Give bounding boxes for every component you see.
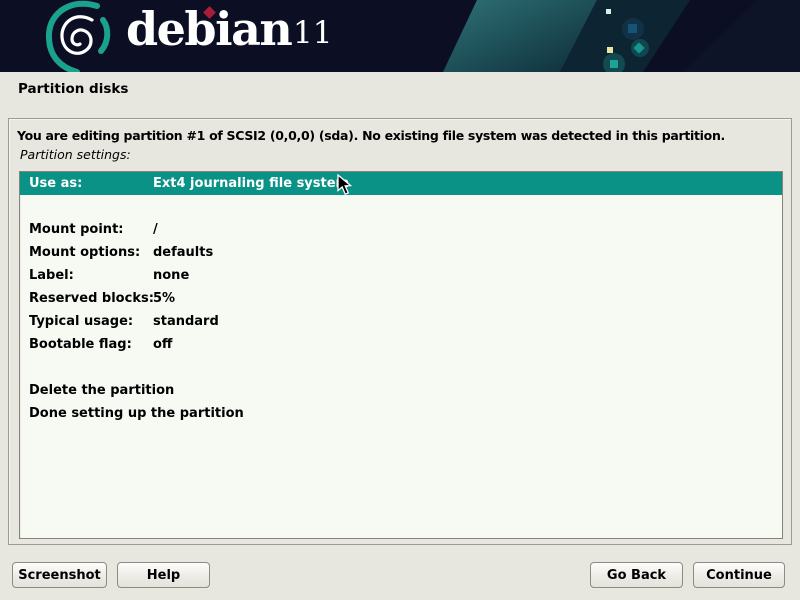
list-item-blank [20, 195, 782, 218]
instruction-text: You are editing partition #1 of SCSI2 (0… [17, 128, 783, 143]
continue-button[interactable]: Continue [693, 562, 785, 588]
list-item-bootable-flag[interactable]: Bootable flag:off [20, 333, 782, 356]
list-item-typical-usage[interactable]: Typical usage:standard [20, 310, 782, 333]
help-button[interactable]: Help [117, 562, 210, 588]
debian-swirl-icon [49, 4, 107, 72]
list-item-mount-point[interactable]: Mount point:/ [20, 218, 782, 241]
list-item-label[interactable]: Label:none [20, 264, 782, 287]
settings-list: Use as:Ext4 journaling file system Mount… [19, 171, 783, 539]
partition-settings-frame: You are editing partition #1 of SCSI2 (0… [8, 118, 792, 545]
list-item-reserved-blocks[interactable]: Reserved blocks:5% [20, 287, 782, 310]
list-item-delete-partition[interactable]: Delete the partition [20, 379, 782, 402]
screenshot-button[interactable]: Screenshot [12, 562, 107, 588]
list-item-use-as[interactable]: Use as:Ext4 journaling file system [20, 172, 782, 195]
list-item-done-setting-up[interactable]: Done setting up the partition [20, 402, 782, 425]
list-item-mount-options[interactable]: Mount options:defaults [20, 241, 782, 264]
go-back-button[interactable]: Go Back [590, 562, 683, 588]
installer-banner: debian 11 [0, 0, 800, 72]
mouse-cursor-icon [337, 174, 352, 196]
list-item-blank [20, 356, 782, 379]
partition-settings-label: Partition settings: [20, 147, 131, 162]
banner-decoration [0, 0, 800, 72]
page-title: Partition disks [18, 81, 128, 97]
brand-version: 11 [293, 18, 332, 49]
